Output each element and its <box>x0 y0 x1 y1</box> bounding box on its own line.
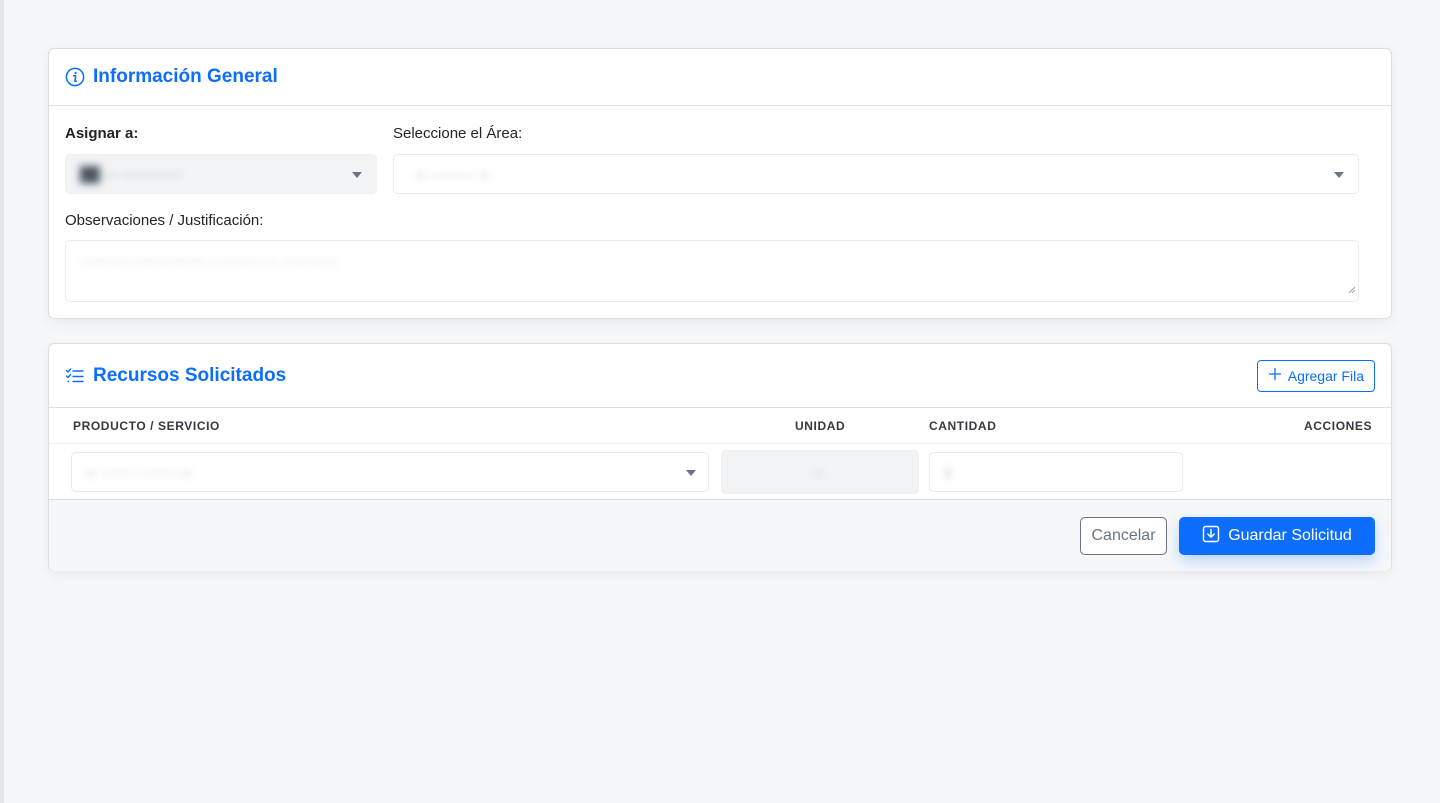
area-label: Seleccione el Área: <box>393 125 523 142</box>
area-select-value: -- ·········· -- <box>416 166 490 182</box>
resources-footer: Cancelar Guardar Solicitud <box>49 499 1391 571</box>
add-row-label: Agregar Fila <box>1287 367 1364 384</box>
plus-icon <box>1268 367 1282 384</box>
cancel-button[interactable]: Cancelar <box>1080 517 1167 555</box>
left-edge-border <box>0 0 4 803</box>
resources-title: Recursos Solicitados <box>65 365 286 387</box>
product-select[interactable]: -- ········ ········ -- <box>71 452 709 492</box>
area-select[interactable]: -- ·········· -- <box>393 154 1359 194</box>
unit-field-value: -- <box>814 464 824 480</box>
observations-value: ··········· ··············· ·· ········ … <box>80 253 338 269</box>
save-request-label: Guardar Solicitud <box>1228 527 1352 544</box>
resources-card: Recursos Solicitados Agregar Fila PRODUC… <box>48 343 1392 571</box>
chevron-down-icon <box>1334 172 1344 178</box>
quantity-input[interactable]: 1 <box>929 452 1183 492</box>
resources-header: Recursos Solicitados Agregar Fila <box>49 344 1391 408</box>
info-circle-icon <box>65 67 85 87</box>
quantity-input-value: 1 <box>944 464 952 480</box>
column-header-unit: UNIDAD <box>795 419 846 433</box>
resources-title-text: Recursos Solicitados <box>93 364 287 386</box>
resources-table-header: PRODUCTO / SERVICIO UNIDAD CANTIDAD ACCI… <box>49 408 1391 444</box>
column-header-actions: ACCIONES <box>1304 419 1373 433</box>
column-header-product: PRODUCTO / SERVICIO <box>73 419 220 433</box>
download-icon <box>1202 525 1220 548</box>
save-request-button[interactable]: Guardar Solicitud <box>1179 517 1375 555</box>
assign-select[interactable]: ██ ··· ············· <box>65 154 377 194</box>
general-info-header: Información General <box>49 49 1391 106</box>
chevron-down-icon <box>686 470 696 476</box>
observations-label: Observaciones / Justificación: <box>65 212 264 229</box>
resize-grip-icon[interactable] <box>1348 281 1356 299</box>
chevron-down-icon <box>352 172 362 178</box>
general-info-card: Información General Asignar a: ██ ··· ··… <box>48 48 1392 319</box>
table-row: -- ········ ········ -- -- 1 <box>49 445 1391 499</box>
assign-label: Asignar a: <box>65 125 139 142</box>
unit-field: -- <box>721 450 919 494</box>
observations-textarea[interactable]: ··········· ··············· ·· ········ … <box>65 240 1359 302</box>
general-info-title-text: Información General <box>93 66 278 87</box>
assign-select-value: ██ ··· ············· <box>80 166 183 182</box>
checklist-icon <box>65 366 85 386</box>
column-header-quantity: CANTIDAD <box>929 419 997 433</box>
add-row-button[interactable]: Agregar Fila <box>1256 359 1375 392</box>
product-select-value: -- ········ ········ -- <box>86 464 191 480</box>
general-info-title: Información General <box>65 66 278 88</box>
